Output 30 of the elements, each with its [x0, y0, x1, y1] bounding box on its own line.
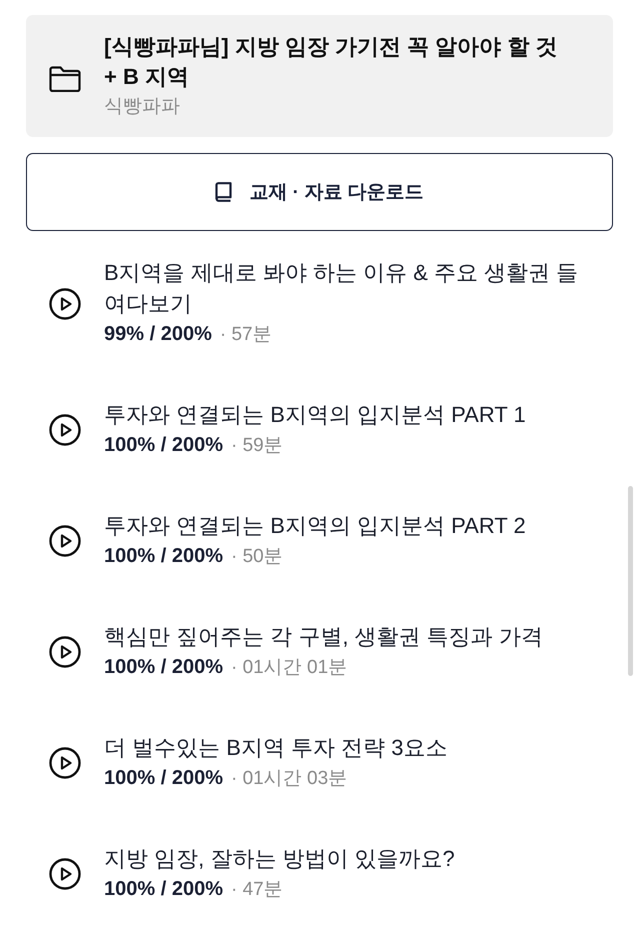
watch-stats: 100% / 200%	[104, 655, 223, 680]
lesson-title[interactable]: 투자와 연결되는 B지역의 입지분석 PART 2	[104, 510, 589, 541]
play-icon[interactable]	[49, 858, 81, 890]
lesson-duration: · 57분	[220, 323, 272, 347]
lesson-title[interactable]: 투자와 연결되는 B지역의 입지분석 PART 1	[104, 399, 589, 430]
lesson-title[interactable]: B지역을 제대로 봐야 하는 이유 & 주요 생활권 들여다보기	[104, 257, 589, 319]
watch-stats: 100% / 200%	[104, 877, 223, 902]
lesson-duration: · 47분	[230, 878, 283, 902]
play-icon[interactable]	[49, 525, 81, 557]
watch-stats: 100% / 200%	[104, 766, 223, 791]
course-title: [식빵파파님] 지방 임장 가기전 꼭 알아야 할 것 + B 지역	[104, 33, 558, 91]
play-icon[interactable]	[49, 288, 81, 320]
lesson-title[interactable]: 지방 임장, 잘하는 방법이 있을까요?	[104, 843, 589, 874]
course-author: 식빵파파	[104, 95, 181, 119]
lesson-duration: · 59분	[230, 434, 283, 458]
folder-icon	[49, 66, 81, 92]
book-icon	[215, 182, 234, 202]
lesson-duration: · 01시간 01분	[230, 656, 348, 680]
watch-stats: 100% / 200%	[104, 544, 223, 569]
lesson-title[interactable]: 더 벌수있는 B지역 투자 전략 3요소	[104, 732, 589, 763]
play-icon[interactable]	[49, 636, 81, 668]
lesson-duration: · 01시간 03분	[230, 767, 348, 791]
download-materials-button[interactable]: 교재 · 자료 다운로드	[26, 153, 613, 231]
play-icon[interactable]	[49, 747, 81, 779]
watch-stats: 100% / 200%	[104, 433, 223, 458]
lesson-duration: · 50분	[230, 545, 283, 569]
play-icon[interactable]	[49, 414, 81, 446]
watch-stats: 99% / 200%	[104, 322, 212, 347]
lesson-title[interactable]: 핵심만 짚어주는 각 구별, 생활권 특징과 가격	[104, 621, 589, 652]
scrollbar-thumb[interactable]	[628, 486, 633, 676]
